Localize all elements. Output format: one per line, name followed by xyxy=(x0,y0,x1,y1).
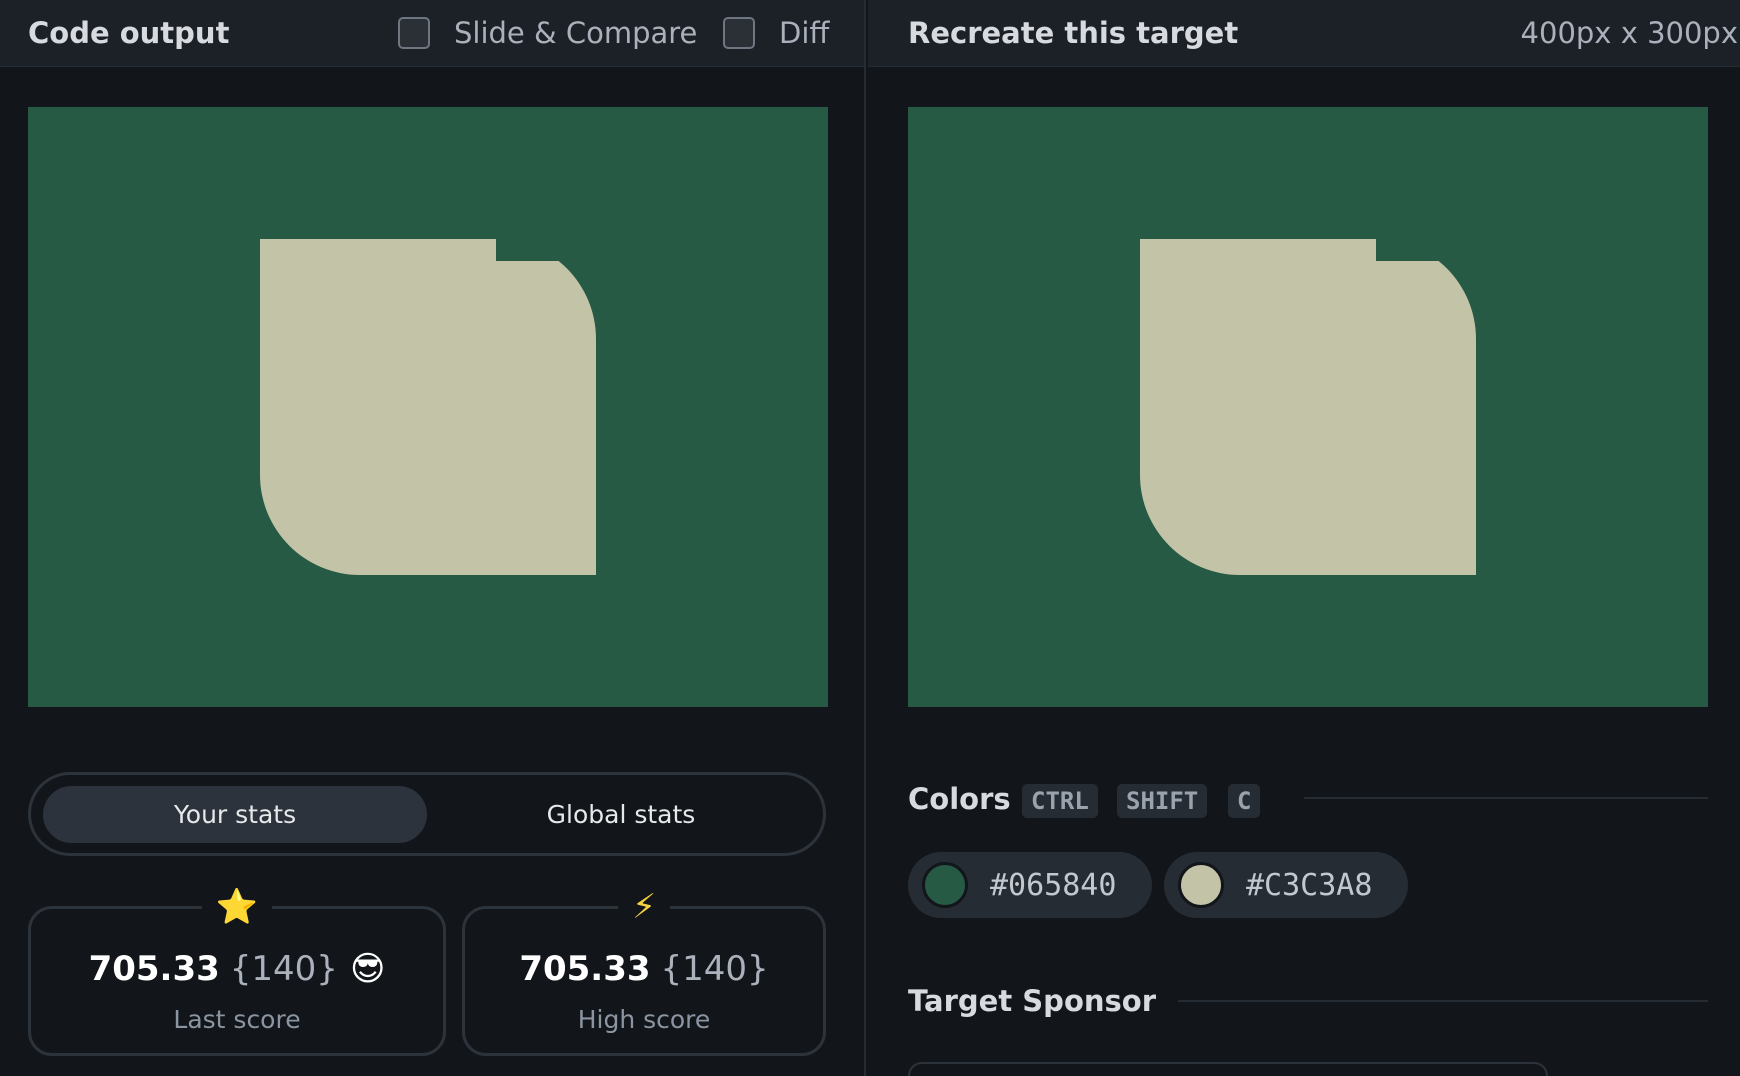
tab-global-stats[interactable]: Global stats xyxy=(429,786,813,843)
target-panel: Recreate this target 400px x 300px Color… xyxy=(868,0,1740,1076)
last-score-label: Last score xyxy=(173,1005,301,1034)
high-score-card: ⚡ 705.33 {140} High score xyxy=(462,887,826,1056)
shortcut-key-ctrl: CTRL xyxy=(1022,784,1098,818)
colors-divider xyxy=(1304,797,1708,799)
diff-checkbox[interactable] xyxy=(723,17,755,49)
last-score-card: ⭐ 705.33 {140} 😎 Last score xyxy=(28,887,446,1056)
shortcut-key-c: C xyxy=(1228,784,1261,818)
high-score-value-row: 705.33 {140} xyxy=(465,949,823,989)
target-shape-bottom-right xyxy=(1240,339,1476,575)
output-shape-bottom-right xyxy=(360,339,596,575)
last-score-value-row: 705.33 {140} 😎 xyxy=(31,949,443,989)
slide-compare-label: Slide & Compare xyxy=(454,16,698,50)
diff-toggle[interactable]: Diff xyxy=(723,16,829,50)
color-hex-green: #065840 xyxy=(990,867,1117,903)
sponsor-title: Target Sponsor xyxy=(908,984,1157,1018)
last-score-value: 705.33 xyxy=(88,949,220,989)
code-output-panel: Code output Slide & Compare Diff Your st… xyxy=(0,0,866,1076)
color-swatch-beige[interactable]: #C3C3A8 xyxy=(1164,852,1408,918)
sunglasses-emoji-icon: 😎 xyxy=(349,949,386,989)
target-title: Recreate this target xyxy=(908,16,1239,50)
green-color-dot xyxy=(922,862,968,908)
tab-your-stats[interactable]: Your stats xyxy=(43,786,427,843)
color-hex-beige: #C3C3A8 xyxy=(1246,867,1373,903)
sponsor-divider xyxy=(1178,1000,1708,1002)
shortcut-key-shift: SHIFT xyxy=(1117,784,1208,818)
colors-title: Colors xyxy=(908,782,1011,816)
code-output-title: Code output xyxy=(28,16,230,50)
target-header: Recreate this target 400px x 300px xyxy=(868,0,1740,67)
slide-compare-toggle[interactable]: Slide & Compare xyxy=(398,16,697,50)
diff-label: Diff xyxy=(779,16,830,50)
stats-toggle: Your stats Global stats xyxy=(28,772,826,856)
slide-compare-checkbox[interactable] xyxy=(398,17,430,49)
target-canvas xyxy=(908,107,1708,707)
high-score-label: High score xyxy=(577,1005,711,1034)
beige-color-dot xyxy=(1178,862,1224,908)
last-score-count: {140} xyxy=(229,949,338,989)
code-output-canvas[interactable] xyxy=(28,107,828,707)
color-swatch-green[interactable]: #065840 xyxy=(908,852,1152,918)
star-icon: ⭐ xyxy=(201,887,273,927)
high-score-count: {140} xyxy=(660,949,769,989)
high-score-value: 705.33 xyxy=(519,949,651,989)
lightning-icon: ⚡ xyxy=(618,887,670,927)
target-dimensions: 400px x 300px xyxy=(1520,16,1738,50)
code-output-header: Code output Slide & Compare Diff xyxy=(0,0,864,67)
sponsor-box[interactable] xyxy=(908,1062,1548,1076)
